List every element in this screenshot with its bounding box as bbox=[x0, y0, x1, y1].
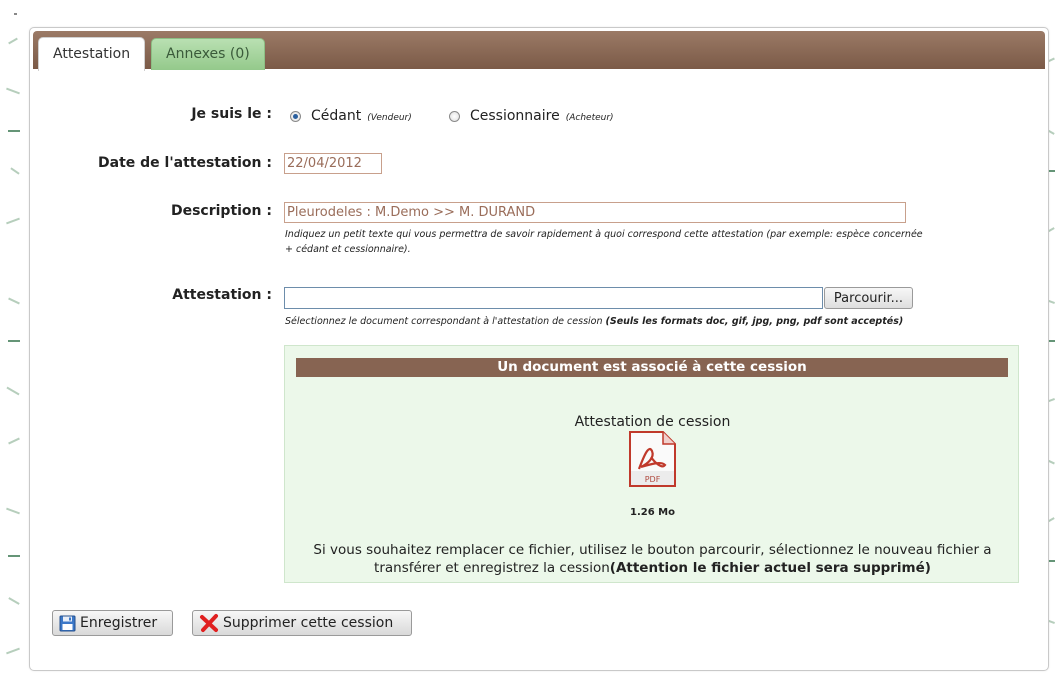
attestation-hint: Sélectionnez le document correspondant à… bbox=[285, 314, 1025, 329]
left-decorative-border bbox=[0, 0, 22, 688]
date-field[interactable] bbox=[284, 153, 382, 174]
attestation-label: Attestation : bbox=[172, 287, 272, 303]
svg-text:PDF: PDF bbox=[645, 475, 661, 484]
radio-cessionnaire-label[interactable]: Cessionnaire (Acheteur) bbox=[470, 108, 614, 124]
document-note-warning: (Attention le fichier actuel sera suppri… bbox=[609, 560, 931, 576]
corner-mark bbox=[14, 13, 17, 15]
tab-annexes[interactable]: Annexes (0) bbox=[151, 38, 265, 70]
radio-cedant[interactable] bbox=[290, 111, 301, 122]
floppy-disk-icon bbox=[59, 615, 76, 631]
delete-cession-button[interactable]: Supprimer cette cession bbox=[192, 610, 412, 636]
browse-button[interactable]: Parcourir... bbox=[824, 287, 913, 309]
description-field[interactable] bbox=[284, 202, 906, 223]
radio-cedant-label[interactable]: Cédant (Vendeur) bbox=[311, 108, 412, 124]
document-box: Un document est associé à cette cession … bbox=[284, 345, 1019, 583]
description-hint-line1: Indiquez un petit texte qui vous permett… bbox=[285, 229, 923, 240]
cedant-sub: (Vendeur) bbox=[367, 113, 412, 123]
radio-cessionnaire[interactable] bbox=[449, 111, 460, 122]
date-label: Date de l'attestation : bbox=[98, 155, 272, 171]
attestation-file-input[interactable] bbox=[284, 287, 823, 309]
document-size: 1.26 Mo bbox=[630, 507, 675, 518]
red-x-icon bbox=[200, 614, 218, 632]
document-title: Attestation de cession bbox=[574, 414, 731, 430]
save-button[interactable]: Enregistrer bbox=[52, 610, 173, 636]
description-hint: Indiquez un petit texte qui vous permett… bbox=[285, 227, 1025, 257]
role-label: Je suis le : bbox=[191, 106, 272, 122]
description-label: Description : bbox=[170, 203, 272, 219]
save-button-label: Enregistrer bbox=[80, 615, 158, 631]
tab-attestation[interactable]: Attestation bbox=[38, 37, 146, 71]
document-note: Si vous souhaitez remplacer ce fichier, … bbox=[295, 541, 1010, 577]
attestation-hint-formats: (Seuls les formats doc, gif, jpg, png, p… bbox=[605, 316, 904, 327]
description-hint-line2: + cédant et cessionnaire). bbox=[285, 244, 411, 255]
delete-button-label: Supprimer cette cession bbox=[223, 615, 394, 631]
cessionnaire-sub: (Acheteur) bbox=[565, 113, 614, 123]
attestation-hint-text: Sélectionnez le document correspondant à… bbox=[285, 316, 603, 327]
document-header: Un document est associé à cette cession bbox=[296, 358, 1008, 377]
cessionnaire-text: Cessionnaire bbox=[470, 108, 560, 124]
cedant-text: Cédant bbox=[311, 108, 362, 124]
tab-bar: Attestation Annexes (0) bbox=[33, 31, 1045, 71]
pdf-file-icon[interactable]: PDF bbox=[627, 431, 677, 487]
